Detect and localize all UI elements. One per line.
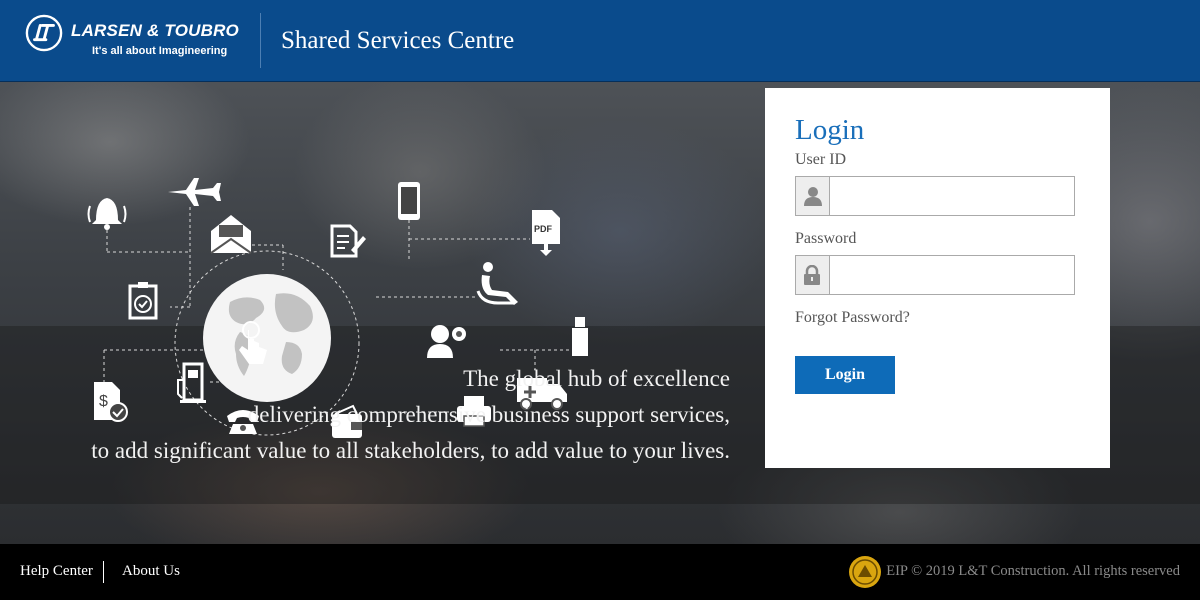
bell-icon: [87, 198, 127, 230]
footer: Help Center About Us EIP © 2019 L&T Cons…: [0, 544, 1200, 600]
lock-icon: [804, 265, 820, 285]
user-id-label: User ID: [795, 151, 847, 168]
login-heading: Login: [795, 114, 865, 146]
invoice-check-icon: $: [94, 382, 128, 422]
globe-icon: [203, 274, 331, 402]
lt-logo[interactable]: LARSEN & TOUBRO It's all about Imagineer…: [25, 13, 245, 63]
forgot-password-link[interactable]: Forgot Password?: [795, 309, 910, 327]
mobile-phone-icon: [398, 182, 420, 220]
checklist-icon: [128, 282, 158, 320]
user-id-input[interactable]: [830, 177, 1070, 215]
fuel-pump-icon: [177, 362, 206, 403]
pdf-download-icon: PDF: [532, 210, 560, 256]
hero-tagline-line-1: The global hub of excellence: [463, 366, 730, 391]
eip-badge-icon: [849, 556, 881, 588]
pdf-icon-label: PDF: [534, 224, 553, 234]
footer-divider: [103, 561, 104, 583]
password-input[interactable]: [830, 256, 1070, 294]
lt-logo-icon: [25, 14, 63, 52]
user-icon: [804, 187, 822, 206]
about-us-link[interactable]: About Us: [122, 563, 180, 580]
support-agent-icon: [427, 325, 466, 358]
brand-name: LARSEN & TOUBRO: [71, 21, 239, 40]
hero-tagline-line-3: to add significant value to all stakehol…: [91, 438, 730, 463]
user-id-field: [795, 176, 1075, 216]
login-button[interactable]: Login: [795, 356, 895, 394]
password-field: [795, 255, 1075, 295]
document-edit-icon: [330, 224, 366, 258]
airplane-icon: [168, 178, 221, 206]
hero-tagline-line-2: delivering comprehensive business suppor…: [247, 402, 730, 427]
mail-icon: [210, 215, 252, 254]
login-panel: Login User ID Password Forgot Password? …: [765, 88, 1110, 468]
usb-drive-icon: [572, 317, 588, 356]
brand-tagline: It's all about Imagineering: [92, 45, 228, 57]
header-divider: [260, 13, 261, 68]
recliner-icon: [476, 262, 518, 305]
user-icon-addon: [796, 177, 830, 215]
lock-icon-addon: [796, 256, 830, 294]
svg-text:$: $: [99, 393, 108, 410]
copyright-text: EIP © 2019 L&T Construction. All rights …: [886, 563, 1180, 579]
top-header: LARSEN & TOUBRO It's all about Imagineer…: [0, 0, 1200, 82]
help-center-link[interactable]: Help Center: [20, 563, 93, 580]
page-title: Shared Services Centre: [281, 27, 515, 54]
password-label: Password: [795, 230, 857, 247]
